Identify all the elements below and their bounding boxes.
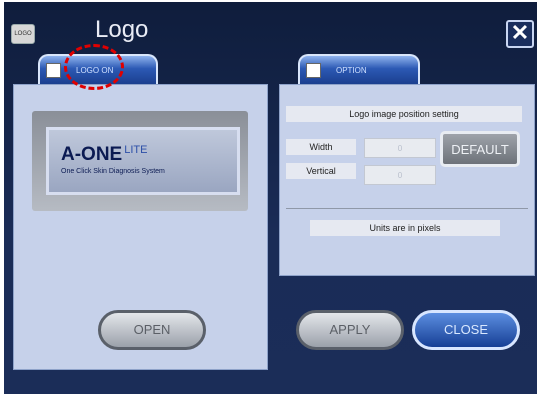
close-window-icon[interactable]: ✕ [506, 20, 534, 48]
option-checkbox[interactable] [306, 63, 321, 78]
default-button[interactable]: DEFAULT [440, 131, 520, 167]
logo-app-icon: LOGO [11, 24, 35, 44]
logo-sub-text: One Click Skin Diagnosis System [61, 168, 165, 175]
divider [286, 208, 528, 209]
apply-button[interactable]: APPLY [296, 310, 404, 350]
vertical-field[interactable]: 0 [364, 165, 436, 185]
logo-main-text: A-ONE [61, 144, 123, 165]
tab-option-label: OPTION [336, 66, 367, 75]
open-button[interactable]: OPEN [98, 310, 206, 350]
logo-preview-image: A-ONE LITE One Click Skin Diagnosis Syste… [46, 127, 240, 195]
close-button[interactable]: CLOSE [412, 310, 520, 350]
logo-panel: A-ONE LITE One Click Skin Diagnosis Syste… [13, 84, 268, 370]
width-label: Width [286, 139, 356, 155]
units-note: Units are in pixels [310, 220, 500, 236]
logo-preview-frame: A-ONE LITE One Click Skin Diagnosis Syste… [32, 111, 248, 211]
logo-on-checkbox[interactable] [46, 63, 61, 78]
option-panel: Logo image position setting Width 0 Vert… [279, 84, 535, 276]
logo-sup-text: LITE [124, 144, 148, 156]
position-setting-header: Logo image position setting [286, 106, 522, 122]
width-field[interactable]: 0 [364, 138, 436, 158]
vertical-label: Vertical [286, 163, 356, 179]
tab-option[interactable]: OPTION [298, 54, 420, 84]
red-annotation-circle [64, 44, 124, 90]
window-title: Logo [95, 16, 149, 43]
